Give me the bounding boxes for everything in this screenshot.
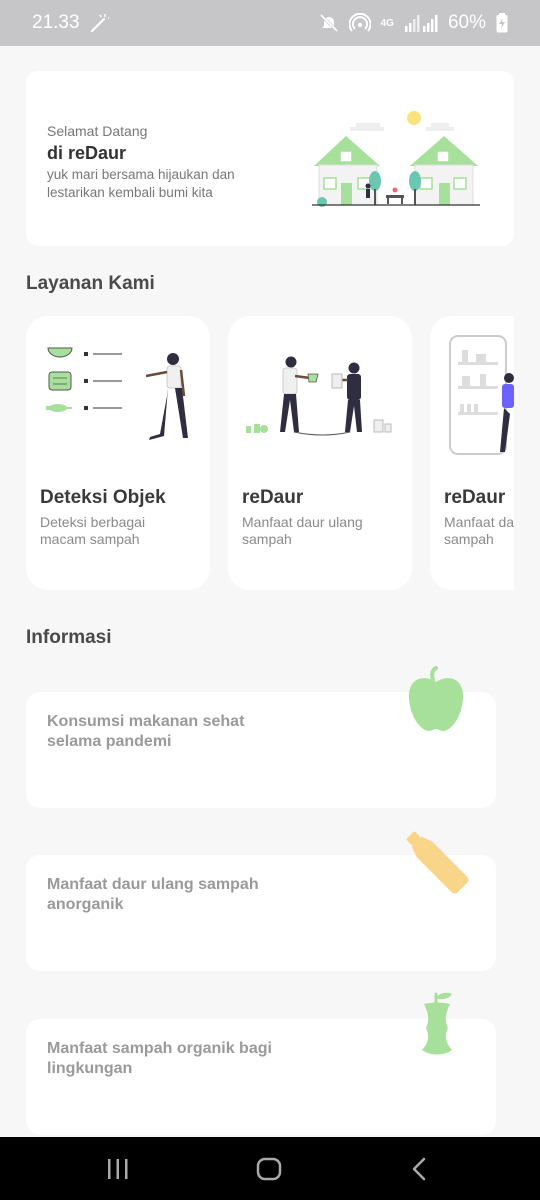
network-type-label: 4G (380, 17, 394, 29)
recent-apps-button[interactable] (98, 1155, 138, 1183)
service-card-description: Manfaat daur ulang sampah (242, 514, 363, 547)
apple-icon (408, 666, 464, 732)
signal-icon (404, 15, 438, 32)
battery-percent: 60% (447, 12, 486, 33)
info-card-title: Konsumsi makanan sehat selama pandemi (47, 713, 245, 750)
apple-core-icon (422, 992, 452, 1055)
home-button[interactable] (249, 1155, 289, 1183)
welcome-greeting: Selamat Datang (47, 123, 148, 139)
status-time: 21.33 (32, 12, 80, 33)
service-card-redaur[interactable]: reDaur Manfaat daur ulang sampah (228, 316, 412, 590)
service-card-object-detection[interactable]: Deteksi Objek Deteksi berbagai macam sam… (26, 316, 210, 590)
welcome-brand: di reDaur (47, 143, 127, 163)
services-section-title: Layanan Kami (26, 273, 155, 294)
back-button[interactable] (400, 1155, 440, 1183)
info-card-title: Manfaat daur ulang sampah anorganik (47, 876, 259, 913)
battery-icon (496, 13, 508, 33)
back-icon (412, 1157, 426, 1181)
hotspot-icon (348, 13, 371, 32)
mute-icon (319, 13, 338, 33)
object-detection-illustration (46, 347, 188, 440)
status-bar: 21.33 4G 60% (0, 0, 540, 46)
system-nav-bar (0, 1137, 540, 1200)
info-card-title: Manfaat sampah organik bagi lingkungan (47, 1040, 272, 1077)
service-card-title: reDaur (242, 487, 304, 508)
recent-apps-icon (108, 1159, 128, 1179)
service-card-title: Deteksi Objek (40, 487, 166, 508)
service-card-redaur-2[interactable]: reDaur Manfaat daur ulang sampah (430, 316, 514, 590)
houses-illustration (312, 111, 480, 207)
service-card-description: Manfaat daur ulang sampah (444, 514, 514, 547)
information-section-title: Informasi (26, 627, 112, 648)
service-card-description: Deteksi berbagai macam sampah (40, 514, 146, 547)
home-icon (256, 1157, 282, 1181)
magic-wand-icon (90, 14, 109, 33)
bottle-icon (406, 831, 469, 894)
welcome-card: Selamat Datang di reDaur yuk mari bersam… (26, 71, 514, 246)
service-card-title: reDaur (444, 487, 506, 508)
welcome-tagline: yuk mari bersama hijaukan dan lestarikan… (47, 167, 235, 200)
recycle-exchange-illustration (246, 356, 392, 436)
recycle-shelf-illustration (449, 335, 514, 455)
services-carousel[interactable]: Deteksi Objek Deteksi berbagai macam sam… (26, 316, 514, 592)
